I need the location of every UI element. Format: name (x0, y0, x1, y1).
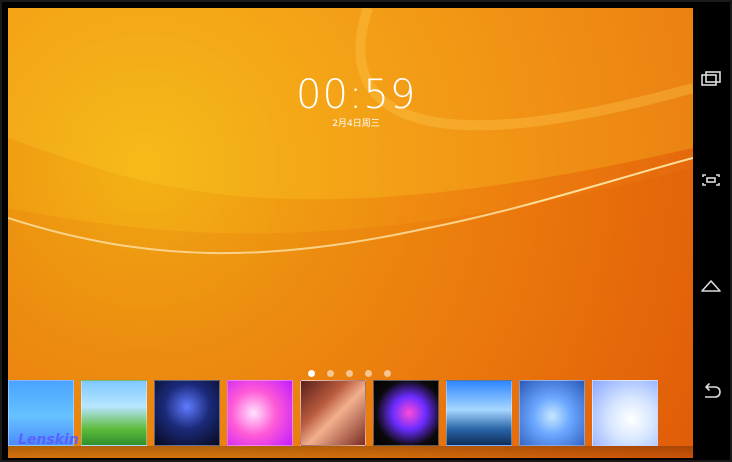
lockscreen-date: 2月4日周三 (332, 119, 380, 129)
page-indicator (308, 368, 398, 378)
page-dot-5[interactable] (384, 369, 391, 377)
wallpaper-thumb-8[interactable] (519, 380, 585, 446)
home-icon (699, 277, 723, 299)
device-frame: 00:59 2月4日周三 Lenskin (0, 0, 732, 462)
back-icon (699, 381, 723, 403)
wallpaper-thumb-2[interactable] (81, 380, 147, 446)
wallpaper-thumb-9[interactable] (592, 380, 658, 446)
back-button[interactable] (699, 380, 723, 404)
wallpaper-thumb-7[interactable] (446, 380, 512, 446)
watermark-logo: Lenskin (18, 432, 79, 448)
wallpaper-thumb-6[interactable] (373, 380, 439, 446)
page-dot-2[interactable] (327, 369, 334, 377)
page-dot-3[interactable] (346, 369, 353, 377)
screenshot-button[interactable] (699, 170, 723, 194)
lockscreen-time: 00:59 (296, 72, 417, 118)
wallpaper-thumb-5[interactable] (300, 380, 366, 446)
page-dot-1[interactable] (308, 369, 315, 377)
recent-apps-button[interactable] (699, 68, 723, 92)
wallpaper-thumb-4[interactable] (227, 380, 293, 446)
recent-apps-icon (700, 70, 722, 90)
screenshot-icon (700, 172, 722, 192)
lock-screen[interactable]: 00:59 2月4日周三 Lenskin (8, 8, 693, 458)
wallpaper-thumb-3[interactable] (154, 380, 220, 446)
home-button[interactable] (699, 276, 723, 300)
system-navbar (693, 8, 729, 458)
page-dot-4[interactable] (365, 369, 372, 377)
thumbnail-reflection (8, 446, 693, 458)
